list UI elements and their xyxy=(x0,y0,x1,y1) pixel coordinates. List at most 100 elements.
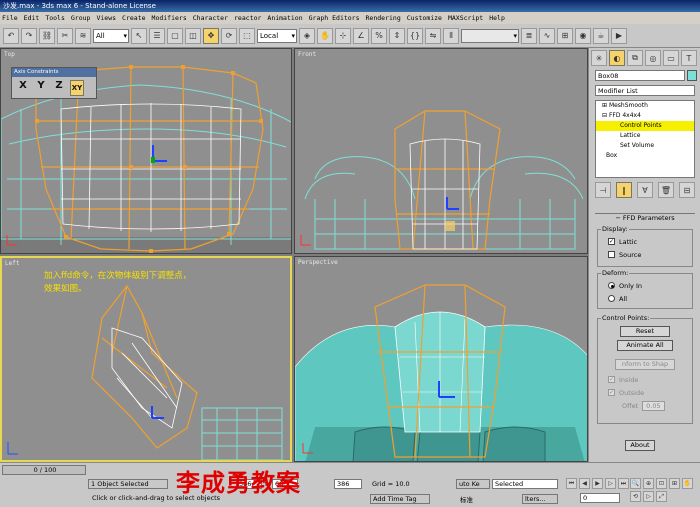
scale-icon[interactable]: ⬚ xyxy=(239,27,255,44)
zoom-extents-icon[interactable]: ⊡ xyxy=(656,478,667,489)
auto-key-button[interactable]: uto Ke xyxy=(456,479,490,489)
menu-maxscript[interactable]: MAXScript xyxy=(448,12,483,24)
go-to-end-icon[interactable]: ⏭ xyxy=(618,478,629,489)
material-editor-icon[interactable]: ◉ xyxy=(575,27,591,44)
motion-tab-icon[interactable]: ◎ xyxy=(645,50,661,66)
go-to-start-icon[interactable]: ⏮ xyxy=(566,478,577,489)
reference-coord-dropdown[interactable]: Local xyxy=(257,28,297,43)
source-checkbox[interactable] xyxy=(608,251,615,258)
axis-xy-button[interactable]: XY xyxy=(70,80,84,96)
z-coord-field[interactable]: 386 xyxy=(334,479,362,489)
conform-to-shape-button[interactable]: nform to Shap xyxy=(615,359,675,370)
axis-y-button[interactable]: Y xyxy=(34,80,48,96)
unlink-icon[interactable]: ✂ xyxy=(57,27,73,44)
arc-rotate-icon[interactable]: ⟲ xyxy=(630,491,641,502)
menu-modifiers[interactable]: Modifiers xyxy=(152,12,187,24)
key-mode-dropdown[interactable]: Selected xyxy=(492,479,558,489)
only-in-radio[interactable] xyxy=(608,282,615,289)
selection-filter-dropdown[interactable]: All xyxy=(93,28,129,43)
next-frame-icon[interactable]: ▷ xyxy=(605,478,616,489)
play-icon[interactable]: ▶ xyxy=(592,478,603,489)
add-time-tag-button[interactable]: Add Time Tag xyxy=(370,494,430,504)
menu-tools[interactable]: Tools xyxy=(45,12,65,24)
move-icon[interactable]: ✥ xyxy=(203,27,219,44)
snaps-toggle-icon[interactable]: ⊹ xyxy=(335,27,351,44)
named-selection-sets-dropdown[interactable] xyxy=(461,28,519,43)
all-radio[interactable] xyxy=(608,295,615,302)
menu-edit[interactable]: Edit xyxy=(24,12,40,24)
percent-snap-icon[interactable]: % xyxy=(371,27,387,44)
stack-item-lattice[interactable]: Lattice xyxy=(596,131,694,141)
axis-x-button[interactable]: X xyxy=(16,80,30,96)
modify-tab-icon[interactable]: ◐ xyxy=(609,50,625,66)
lattice-checkbox[interactable]: ✓ xyxy=(608,238,615,245)
viewport-left[interactable]: Left 加入ffd命令，在次物体级别下调整点， 效果如图。 xyxy=(0,256,292,462)
rotate-icon[interactable]: ⟳ xyxy=(221,27,237,44)
object-color-swatch[interactable] xyxy=(687,70,697,81)
menu-character[interactable]: Character xyxy=(193,12,228,24)
select-object-icon[interactable]: ↖ xyxy=(131,27,147,44)
pivot-center-icon[interactable]: ◈ xyxy=(299,27,315,44)
viewport-label-top[interactable]: Top xyxy=(4,51,15,58)
animate-all-button[interactable]: Animate All xyxy=(617,340,673,351)
menu-rendering[interactable]: Rendering xyxy=(366,12,401,24)
viewport-label-perspective[interactable]: Perspective xyxy=(298,259,338,266)
select-by-name-icon[interactable]: ☰ xyxy=(149,27,165,44)
spinner-snap-icon[interactable]: ⇕ xyxy=(389,27,405,44)
time-slider[interactable]: 0 / 100 xyxy=(2,465,86,475)
pan-icon[interactable]: ✋ xyxy=(682,478,693,489)
viewport-top[interactable]: Top Axis Constraints X Y Z XY xyxy=(0,48,292,254)
object-name-field[interactable]: Box08 xyxy=(595,70,685,81)
named-selection-icon[interactable]: {} xyxy=(407,27,423,44)
offset-spinner[interactable]: 0.05 xyxy=(642,400,665,411)
align-icon[interactable]: ⫴ xyxy=(443,27,459,44)
key-filters-button[interactable]: lters... xyxy=(522,494,558,504)
viewport-perspective[interactable]: Perspective xyxy=(294,256,588,462)
zoom-extents-all-icon[interactable]: ⊞ xyxy=(669,478,680,489)
layer-manager-icon[interactable]: ≣ xyxy=(521,27,537,44)
maximize-viewport-icon[interactable]: ⤢ xyxy=(656,491,667,502)
bind-space-warp-icon[interactable]: ≋ xyxy=(75,27,91,44)
ffd-parameters-header[interactable]: − FFD Parameters xyxy=(595,213,695,222)
reset-button[interactable]: Reset xyxy=(620,326,670,337)
menu-group[interactable]: Group xyxy=(71,12,91,24)
viewport-label-left[interactable]: Left xyxy=(5,260,19,267)
menu-file[interactable]: File xyxy=(2,12,18,24)
menu-views[interactable]: Views xyxy=(96,12,116,24)
render-scene-icon[interactable]: ☕ xyxy=(593,27,609,44)
menu-animation[interactable]: Animation xyxy=(267,12,302,24)
quick-render-icon[interactable]: ▶ xyxy=(611,27,627,44)
schematic-view-icon[interactable]: ⊞ xyxy=(557,27,573,44)
menu-customize[interactable]: Customize xyxy=(407,12,442,24)
outside-checkbox[interactable]: ✓ xyxy=(608,389,615,396)
viewport-label-front[interactable]: Front xyxy=(298,51,316,58)
stack-item-ffd[interactable]: ⊟ FFD 4x4x4 xyxy=(596,111,694,121)
stack-item-box[interactable]: Box xyxy=(596,151,694,161)
hierarchy-tab-icon[interactable]: ⧉ xyxy=(627,50,643,66)
show-end-result-icon[interactable]: ‖ xyxy=(616,182,632,198)
utilities-tab-icon[interactable]: T xyxy=(681,50,697,66)
menu-reactor[interactable]: reactor xyxy=(234,12,261,24)
modifier-list-dropdown[interactable]: Modifier List xyxy=(595,85,695,96)
make-unique-icon[interactable]: ∀ xyxy=(637,182,653,198)
rect-selection-icon[interactable]: ▢ xyxy=(167,27,183,44)
stack-item-control-points[interactable]: Control Points xyxy=(596,121,694,131)
angle-snap-icon[interactable]: ∠ xyxy=(353,27,369,44)
current-frame-field[interactable]: 0 xyxy=(580,493,620,503)
window-crossing-icon[interactable]: ◫ xyxy=(185,27,201,44)
menu-graph-editors[interactable]: Graph Editors xyxy=(309,12,360,24)
stack-item-meshsmooth[interactable]: ⊞ MeshSmooth xyxy=(596,101,694,111)
inside-checkbox[interactable]: ✓ xyxy=(608,376,615,383)
menu-help[interactable]: Help xyxy=(489,12,505,24)
configure-sets-icon[interactable]: ⊟ xyxy=(679,182,695,198)
axis-z-button[interactable]: Z xyxy=(52,80,66,96)
redo-icon[interactable]: ↷ xyxy=(21,27,37,44)
menu-create[interactable]: Create xyxy=(122,12,145,24)
display-tab-icon[interactable]: ▭ xyxy=(663,50,679,66)
axis-constraints-title[interactable]: Axis Constraints xyxy=(12,68,96,77)
create-tab-icon[interactable]: ✳ xyxy=(591,50,607,66)
stack-item-set-volume[interactable]: Set Volume xyxy=(596,141,694,151)
link-icon[interactable]: ⛓ xyxy=(39,27,55,44)
about-button[interactable]: About xyxy=(625,440,655,451)
mirror-icon[interactable]: ⇋ xyxy=(425,27,441,44)
